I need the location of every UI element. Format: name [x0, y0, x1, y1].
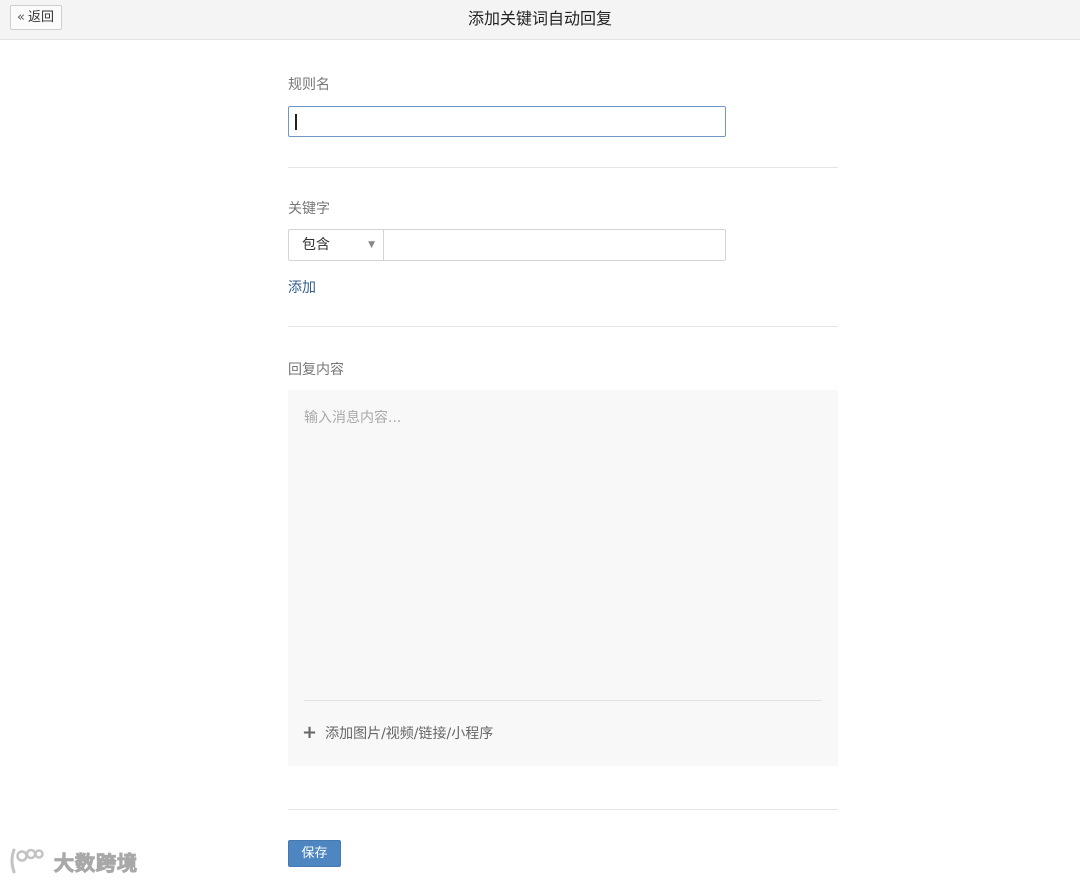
save-button[interactable]: 保存: [288, 840, 341, 867]
match-mode-value: 包含: [302, 237, 330, 253]
dropdown-arrow-icon: ▼: [368, 240, 375, 250]
reply-placeholder: 输入消息内容...: [304, 410, 402, 426]
rule-name-label: 规则名: [288, 77, 330, 93]
add-media-button[interactable]: + 添加图片/视频/链接/小程序: [302, 723, 493, 743]
page-title: 添加关键词自动回复: [467, 9, 612, 28]
keyword-label: 关键字: [288, 201, 330, 217]
divider: [288, 809, 838, 810]
reply-content-editor[interactable]: 输入消息内容... + 添加图片/视频/链接/小程序: [288, 390, 838, 766]
rule-name-input[interactable]: [288, 106, 726, 137]
add-keyword-link[interactable]: 添加: [288, 277, 316, 297]
divider: [288, 167, 838, 168]
watermark: 大数跨境: [8, 846, 138, 876]
plus-icon: +: [302, 722, 318, 743]
add-media-label: 添加图片/视频/链接/小程序: [325, 726, 494, 742]
top-bar: « 返回 添加关键词自动回复: [0, 0, 1080, 40]
match-mode-select[interactable]: 包含 ▼: [288, 229, 384, 261]
divider: [288, 326, 838, 327]
text-caret: [295, 114, 297, 130]
watermark-text: 大数跨境: [54, 850, 138, 875]
reply-content-label: 回复内容: [288, 362, 344, 378]
brand-logo-icon: [10, 848, 44, 874]
keyword-input[interactable]: [383, 229, 726, 261]
reply-editor-divider: [304, 700, 822, 701]
